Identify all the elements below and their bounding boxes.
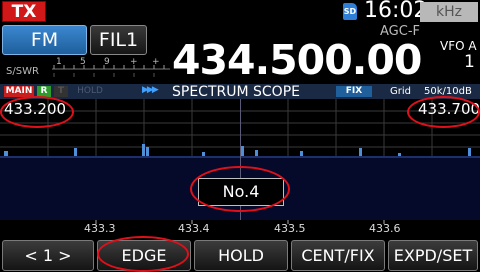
cent-fix-button[interactable]: CENT/FIX bbox=[291, 240, 385, 271]
smeter-tick-9: 9 bbox=[104, 57, 110, 67]
lower-edge-frequency: 433.200 bbox=[4, 100, 67, 118]
smeter-tick-5: 5 bbox=[80, 57, 86, 67]
frequency-axis bbox=[95, 220, 385, 224]
axis-tick-label: 433.5 bbox=[274, 222, 306, 235]
axis-tick-label: 433.4 bbox=[178, 222, 210, 235]
vfo-number: 1 bbox=[464, 52, 475, 72]
smeter-tick-plus2: + bbox=[152, 57, 160, 67]
khz-unit-button[interactable]: kHz bbox=[420, 2, 478, 22]
filter-button[interactable]: FIL1 bbox=[90, 25, 147, 55]
t-tag: T bbox=[54, 86, 68, 97]
clock: 16:02 bbox=[364, 0, 428, 23]
vfo-label: VFO A bbox=[440, 39, 477, 53]
hold-tag: HOLD bbox=[77, 86, 103, 96]
smeter-label: S/SWR bbox=[6, 66, 39, 77]
scope-title: SPECTRUM SCOPE bbox=[172, 84, 300, 100]
fix-tag: FIX bbox=[336, 86, 372, 97]
smeter-tick-plus1: + bbox=[130, 57, 138, 67]
hold-button[interactable]: HOLD bbox=[194, 240, 288, 271]
main-tag[interactable]: MAIN bbox=[4, 86, 34, 97]
memory-select-button[interactable]: < 1 > bbox=[2, 240, 94, 271]
grid-label: Grid bbox=[390, 86, 411, 97]
axis-tick-label: 433.3 bbox=[84, 222, 116, 235]
edge-button[interactable]: EDGE bbox=[97, 240, 191, 271]
smeter-scale: 1 5 9 + + bbox=[52, 57, 170, 77]
edge-memory-label: No.4 bbox=[198, 178, 284, 206]
upper-edge-frequency: 433.700 bbox=[418, 100, 480, 118]
sd-card-icon: SD bbox=[343, 3, 357, 20]
axis-tick-label: 433.6 bbox=[369, 222, 401, 235]
tx-indicator: TX bbox=[2, 1, 46, 22]
frequency-readout[interactable]: 434.500.00 bbox=[172, 38, 422, 82]
speed-arrows-icon: ▶▶▶ bbox=[142, 85, 159, 95]
r-tag: R bbox=[37, 86, 51, 97]
expd-set-button[interactable]: EXPD/SET bbox=[388, 240, 478, 271]
smeter-tick-1: 1 bbox=[56, 57, 62, 67]
span-range-label: 50k/10dB bbox=[424, 86, 472, 97]
mode-button[interactable]: FM bbox=[2, 25, 87, 55]
